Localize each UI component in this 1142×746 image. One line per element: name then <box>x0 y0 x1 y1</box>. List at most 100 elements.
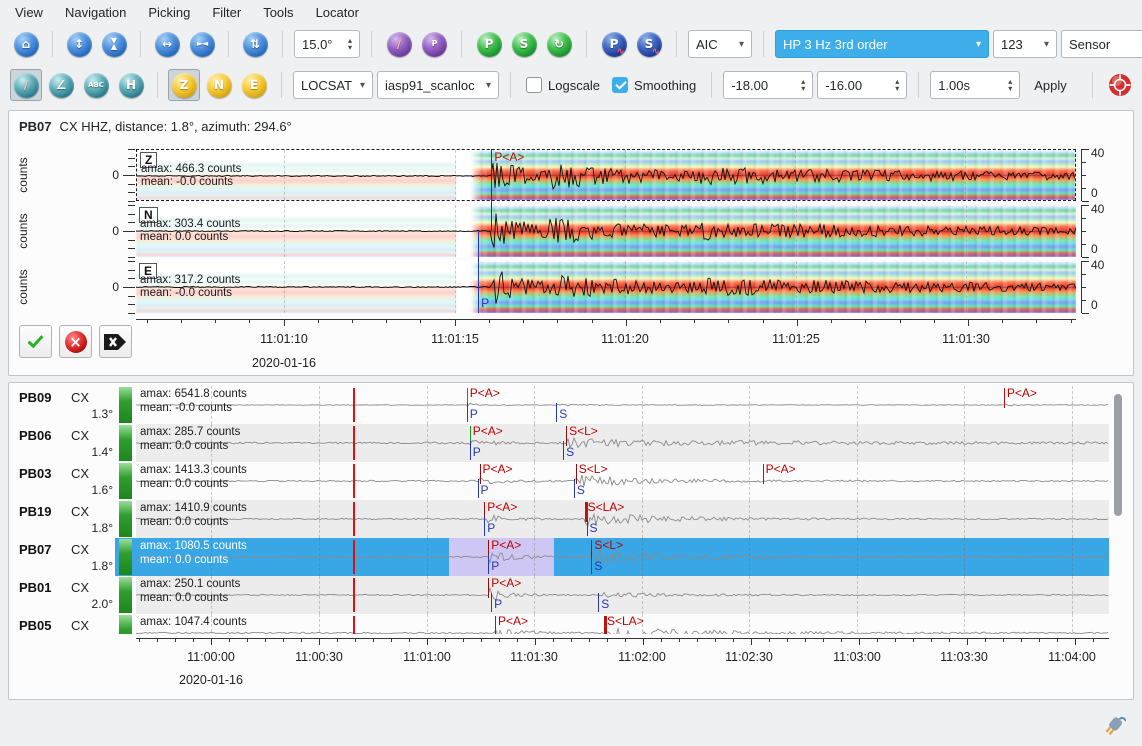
station-row-pb05[interactable]: PB05CXamax: 1047.4 countsP<A>S<LA> <box>9 614 1133 634</box>
pick-marker-line[interactable] <box>587 517 588 536</box>
station-row-pb07[interactable]: PB07CX1.8°amax: 1080.5 countsmean: 0.0 c… <box>9 538 1133 576</box>
decoration: ABC <box>88 82 104 89</box>
repick-button[interactable]: ↻ <box>543 28 575 60</box>
waveform <box>136 424 1109 462</box>
time-fit-button[interactable]: ►◄ <box>186 28 218 60</box>
decoration <box>128 270 135 271</box>
menu-tools[interactable]: Tools <box>252 3 304 22</box>
spinbox-arrows-icon[interactable]: ▴▾ <box>801 78 805 92</box>
menu-picking[interactable]: Picking <box>137 3 201 22</box>
time-tick-label: 11:04:00 <box>1037 650 1107 664</box>
pick-marker-line[interactable] <box>484 517 485 536</box>
pick-marker-line[interactable] <box>556 403 557 422</box>
onset-method-combo[interactable]: AIC ▾ <box>688 30 752 58</box>
spectrum-view-button[interactable]: ∠ <box>45 69 77 101</box>
time-tick <box>733 638 734 642</box>
separator <box>918 72 919 98</box>
vertical-scrollbar[interactable] <box>1114 394 1122 516</box>
station-row-pb06[interactable]: PB06CX1.4°amax: 285.7 countsmean: 0.0 co… <box>9 424 1133 462</box>
spinbox-arrows-icon[interactable]: ▴▾ <box>895 78 899 92</box>
mean-label: mean: 0.0 counts <box>140 592 228 604</box>
time-tick <box>445 638 446 642</box>
date-label: 2020-01-16 <box>239 356 329 370</box>
smoothing-checkbox[interactable]: Smoothing <box>608 77 700 93</box>
menu-filter[interactable]: Filter <box>201 3 252 22</box>
trace-panel-e[interactable]: Eamax: 317.2 countsmean: -0.0 counts <box>136 261 1076 313</box>
trace-panel-n[interactable]: Namax: 303.4 countsmean: 0.0 counts <box>136 205 1076 257</box>
spectrogram-max-spinbox[interactable]: -16.00 ▴▾ <box>817 71 907 99</box>
phase-marker-line[interactable] <box>480 464 481 484</box>
pick-marker-line[interactable] <box>598 593 599 612</box>
phase-marker-line[interactable] <box>763 464 764 484</box>
time-tick-label: 11:03:00 <box>822 650 892 664</box>
y-axis-zero-label: 0 <box>101 168 119 182</box>
station-row-pb09[interactable]: PB09CX1.3°amax: 6541.8 countsmean: -0.0 … <box>9 386 1133 424</box>
phase-marker-line[interactable] <box>488 578 489 598</box>
separator <box>281 72 282 98</box>
quality-bar <box>119 425 132 461</box>
station-rows: PB09CX1.3°amax: 6541.8 countsmean: -0.0 … <box>9 386 1133 634</box>
amplitude-fit-button[interactable]: ▼▲ <box>98 28 130 60</box>
spinbox-arrows-icon[interactable]: ▴▾ <box>348 37 352 51</box>
pick-marker-line[interactable] <box>470 441 471 460</box>
align-on-phase-button[interactable]: H <box>115 69 147 101</box>
pick-mode-button[interactable]: ∕ <box>383 28 415 60</box>
pick-p-button[interactable]: P <box>473 28 505 60</box>
station-row-pb03[interactable]: PB03CX1.6°amax: 1413.3 countsmean: 0.0 c… <box>9 462 1133 500</box>
relocate-button[interactable] <box>1104 69 1136 101</box>
phase-marker-line[interactable] <box>566 426 567 446</box>
spinbox-arrows-icon[interactable]: ▴▾ <box>1008 78 1012 92</box>
freq-min-label: 0 <box>1091 298 1098 312</box>
rotation-angle-spinbox[interactable]: 15.0° ▴▾ <box>294 30 360 58</box>
amax-label: amax: 250.1 counts <box>140 578 240 590</box>
pick-marker-line[interactable] <box>591 555 592 574</box>
time-window-spinbox[interactable]: 1.00s ▴▾ <box>930 71 1020 99</box>
pick-settings-button[interactable]: P <box>418 28 450 60</box>
reject-pick-button[interactable]: × <box>59 325 92 358</box>
pick-marker-line[interactable] <box>488 555 489 574</box>
pick-marker-line[interactable] <box>478 479 479 498</box>
profile-combo[interactable]: iasp91_scanloc ▾ <box>377 71 499 99</box>
pick-marker-line[interactable] <box>563 441 564 460</box>
reset-view-button[interactable]: ⇅ <box>239 28 271 60</box>
phase-marker-label: S<L> <box>579 462 608 476</box>
pick-marker-line[interactable] <box>491 593 492 612</box>
phase-marker-line[interactable] <box>576 464 577 484</box>
menu-view[interactable]: View <box>4 3 54 22</box>
station-row-pb19[interactable]: PB19CX1.8°amax: 1410.9 countsmean: 0.0 c… <box>9 500 1133 538</box>
component-n-button[interactable]: N <box>203 69 235 101</box>
pick-marker-line[interactable] <box>574 479 575 498</box>
distance-label: 1.4° <box>65 445 113 459</box>
filter-combo[interactable]: HP 3 Hz 3rd order ▾ <box>775 30 989 58</box>
phase-marker-line[interactable] <box>1004 388 1005 408</box>
pick-marker-line[interactable] <box>467 403 468 422</box>
station-row-pb01[interactable]: PB01CX2.0°amax: 250.1 countsmean: 0.0 co… <box>9 576 1133 614</box>
trace-panel-z[interactable]: Zamax: 466.3 countsmean: -0.0 counts <box>136 149 1076 201</box>
amplitude-type-combo[interactable]: Sensor ▾ <box>1061 30 1142 58</box>
quality-bar <box>119 615 132 634</box>
phase-labels-button[interactable]: ABC <box>80 69 112 101</box>
menu-navigation[interactable]: Navigation <box>54 3 137 22</box>
component-e-button[interactable]: E <box>238 69 270 101</box>
picker-header: PB07CX HHZ, distance: 1.8°, azimuth: 294… <box>19 119 292 134</box>
origin-time-line <box>353 426 355 460</box>
checkbox-checked-icon[interactable] <box>612 77 628 93</box>
apply-button[interactable]: Apply <box>1024 73 1077 98</box>
uncertainty-s-button[interactable]: S∿ <box>633 28 665 60</box>
pick-s-button[interactable]: S <box>508 28 540 60</box>
logscale-checkbox[interactable]: Logscale <box>522 77 604 93</box>
menu-locator[interactable]: Locator <box>305 3 370 22</box>
time-zoom-button[interactable]: ↔ <box>151 28 183 60</box>
spectrogram-min-spinbox[interactable]: -18.00 ▴▾ <box>723 71 813 99</box>
component-z-button[interactable]: Z <box>168 69 200 101</box>
amplitude-zoom-button[interactable]: ↕ <box>63 28 95 60</box>
confirm-pick-button[interactable] <box>19 325 52 358</box>
phase-marker-line[interactable] <box>495 616 496 634</box>
pick-list-combo[interactable]: 123 ▾ <box>993 30 1057 58</box>
locator-combo[interactable]: LOCSAT ▾ <box>293 71 373 99</box>
skip-station-button[interactable] <box>99 325 132 358</box>
checkbox-unchecked-icon[interactable] <box>526 77 542 93</box>
spectrogram-toggle-button[interactable]: ∕ <box>10 69 42 101</box>
home-button[interactable]: ⌂ <box>10 28 42 60</box>
uncertainty-p-button[interactable]: P∿ <box>598 28 630 60</box>
